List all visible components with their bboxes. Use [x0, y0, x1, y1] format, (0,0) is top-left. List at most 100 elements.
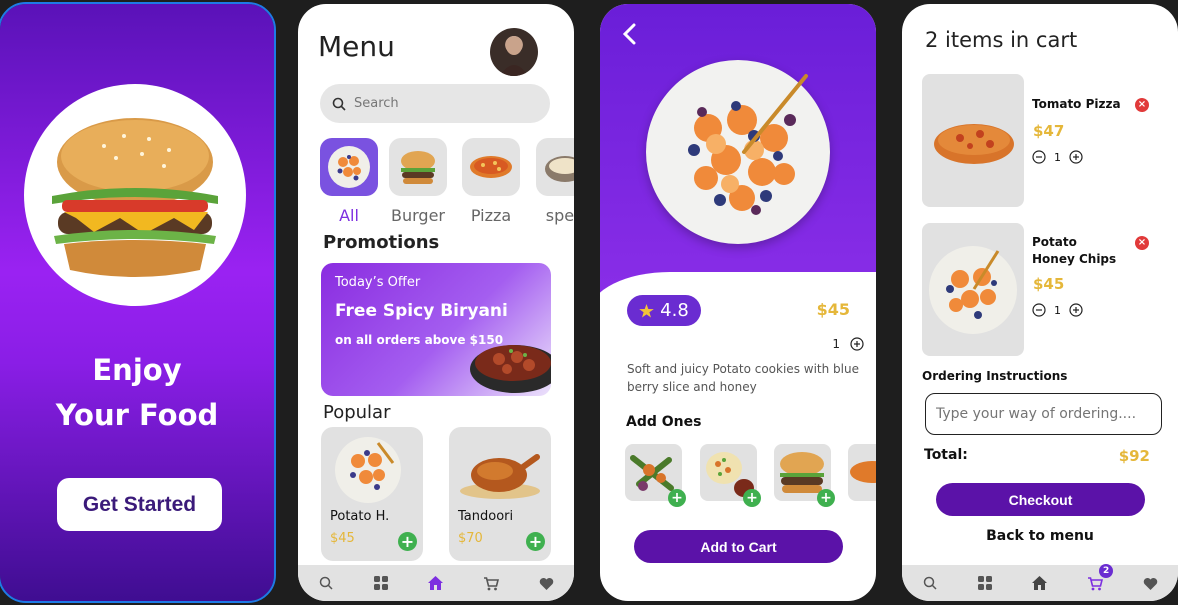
- cart-icon[interactable]: 2: [1084, 564, 1114, 594]
- get-started-button[interactable]: Get Started: [57, 478, 222, 531]
- add-addon-button[interactable]: +: [817, 489, 835, 507]
- plus-icon[interactable]: [1069, 303, 1083, 317]
- home-icon[interactable]: [425, 572, 447, 594]
- dish-image: [646, 60, 830, 244]
- add-addon-button[interactable]: +: [668, 489, 686, 507]
- cart-count-badge: 2: [1099, 564, 1114, 578]
- add-item-button[interactable]: +: [526, 532, 545, 551]
- bottom-nav: [298, 565, 574, 601]
- search-icon[interactable]: [315, 572, 337, 594]
- burger-image: [24, 84, 246, 306]
- back-chevron-icon[interactable]: [622, 22, 636, 52]
- category-pizza[interactable]: Pizza: [462, 138, 520, 225]
- heart-icon[interactable]: [535, 572, 557, 594]
- add-addon-button[interactable]: +: [743, 489, 761, 507]
- splash-title-line1: Enjoy: [92, 353, 182, 387]
- tandoori-image: [460, 454, 540, 499]
- potato-honey-image: [335, 437, 401, 503]
- category-speg[interactable]: speg: [536, 138, 574, 225]
- category-label: speg: [545, 206, 574, 225]
- grid-icon[interactable]: [370, 572, 392, 594]
- add-item-button[interactable]: +: [398, 532, 417, 551]
- minus-icon[interactable]: [1032, 303, 1046, 317]
- category-all[interactable]: All: [320, 138, 378, 225]
- plus-icon[interactable]: [850, 337, 864, 351]
- heart-icon[interactable]: [1139, 572, 1161, 594]
- quantity-value: 1: [1054, 303, 1061, 317]
- promotions-title: Promotions: [323, 232, 440, 253]
- potato-honey-chips-image: [929, 246, 1017, 334]
- home-icon[interactable]: [1029, 572, 1051, 594]
- addon-item[interactable]: +: [774, 444, 835, 507]
- category-all-image: [320, 138, 378, 196]
- popular-title: Popular: [323, 402, 391, 423]
- cart-screen: 2 items in cart Tomato Pizza × $47 1 Pot…: [902, 4, 1178, 601]
- cart-item-price: $45: [1033, 275, 1065, 293]
- category-burger[interactable]: Burger: [389, 138, 447, 225]
- promo-headline: Free Spicy Biryani: [335, 301, 508, 321]
- close-icon[interactable]: ×: [1135, 98, 1149, 112]
- category-label: All: [339, 206, 359, 225]
- addons-title: Add Ones: [626, 414, 702, 430]
- addon-pizza-image: [850, 461, 876, 483]
- instructions-input[interactable]: [925, 393, 1162, 435]
- total-value: $92: [1118, 447, 1150, 465]
- product-description: Soft and juicy Potato cookies with blue …: [627, 362, 859, 394]
- promo-card[interactable]: Today’s Offer Free Spicy Biryani on all …: [321, 263, 551, 396]
- tomato-pizza-image: [934, 124, 1014, 164]
- search-icon[interactable]: [919, 572, 941, 594]
- popular-item-price: $70: [458, 531, 483, 546]
- total-label: Total:: [924, 447, 968, 463]
- search-input[interactable]: Search: [320, 84, 550, 123]
- cart-item-name: Tomato Pizza: [1032, 97, 1121, 111]
- cart-item-image: [922, 223, 1024, 356]
- checkout-button[interactable]: Checkout: [936, 483, 1145, 516]
- addon-item[interactable]: +: [625, 444, 686, 507]
- popular-item-name: Potato H.: [330, 509, 390, 524]
- popular-item-name: Tandoori: [458, 509, 514, 524]
- quantity-stepper: 1: [1032, 303, 1083, 317]
- cart-item-image: [922, 74, 1024, 207]
- rating-badge: 4.8: [627, 295, 701, 326]
- quantity-value: 1: [1054, 150, 1061, 164]
- rating-value: 4.8: [660, 300, 689, 321]
- back-to-menu-link[interactable]: Back to menu: [902, 528, 1178, 544]
- close-icon[interactable]: ×: [1135, 236, 1149, 250]
- addon-item[interactable]: +: [700, 444, 761, 507]
- cart-item-price: $47: [1033, 122, 1065, 140]
- splash-title-line2: Your Food: [55, 398, 219, 432]
- popular-item[interactable]: Potato H. $45 +: [321, 427, 423, 561]
- plus-icon[interactable]: [1069, 150, 1083, 164]
- page-title: Menu: [318, 30, 395, 63]
- promo-tag: Today’s Offer: [335, 275, 421, 290]
- quantity-value: 1: [832, 337, 840, 351]
- category-pizza-image: [462, 138, 520, 196]
- search-placeholder: Search: [354, 96, 399, 111]
- splash-screen: Enjoy Your Food Get Started: [0, 2, 276, 603]
- bottom-nav: 2: [902, 564, 1178, 601]
- popular-item-price: $45: [330, 531, 355, 546]
- category-label: Burger: [391, 206, 445, 225]
- star-icon: [639, 303, 654, 317]
- splash-title: Enjoy Your Food: [0, 348, 274, 438]
- product-detail-screen: 4.8 $45 1 Soft and juicy Potato cookies …: [600, 4, 876, 601]
- category-burger-image: [389, 138, 447, 196]
- grid-icon[interactable]: [974, 572, 996, 594]
- instructions-label: Ordering Instructions: [922, 369, 1068, 383]
- product-price: $45: [816, 300, 850, 319]
- biryani-image: [470, 345, 551, 393]
- minus-icon[interactable]: [1032, 150, 1046, 164]
- quantity-stepper: 1: [1032, 150, 1083, 164]
- addon-item[interactable]: [848, 444, 876, 501]
- popular-item[interactable]: Tandoori $70 +: [449, 427, 551, 561]
- menu-screen: Menu Search All Burger Pizza speg Promot…: [298, 4, 574, 601]
- quantity-stepper: 1: [832, 337, 864, 351]
- cart-icon[interactable]: [480, 572, 502, 594]
- cart-title: 2 items in cart: [925, 28, 1078, 52]
- avatar[interactable]: [490, 28, 538, 76]
- add-to-cart-button[interactable]: Add to Cart: [634, 530, 843, 563]
- category-label: Pizza: [470, 206, 512, 225]
- search-icon: [332, 97, 346, 111]
- cart-item-name: Potato Honey Chips: [1032, 235, 1117, 266]
- category-speg-image: [536, 138, 574, 196]
